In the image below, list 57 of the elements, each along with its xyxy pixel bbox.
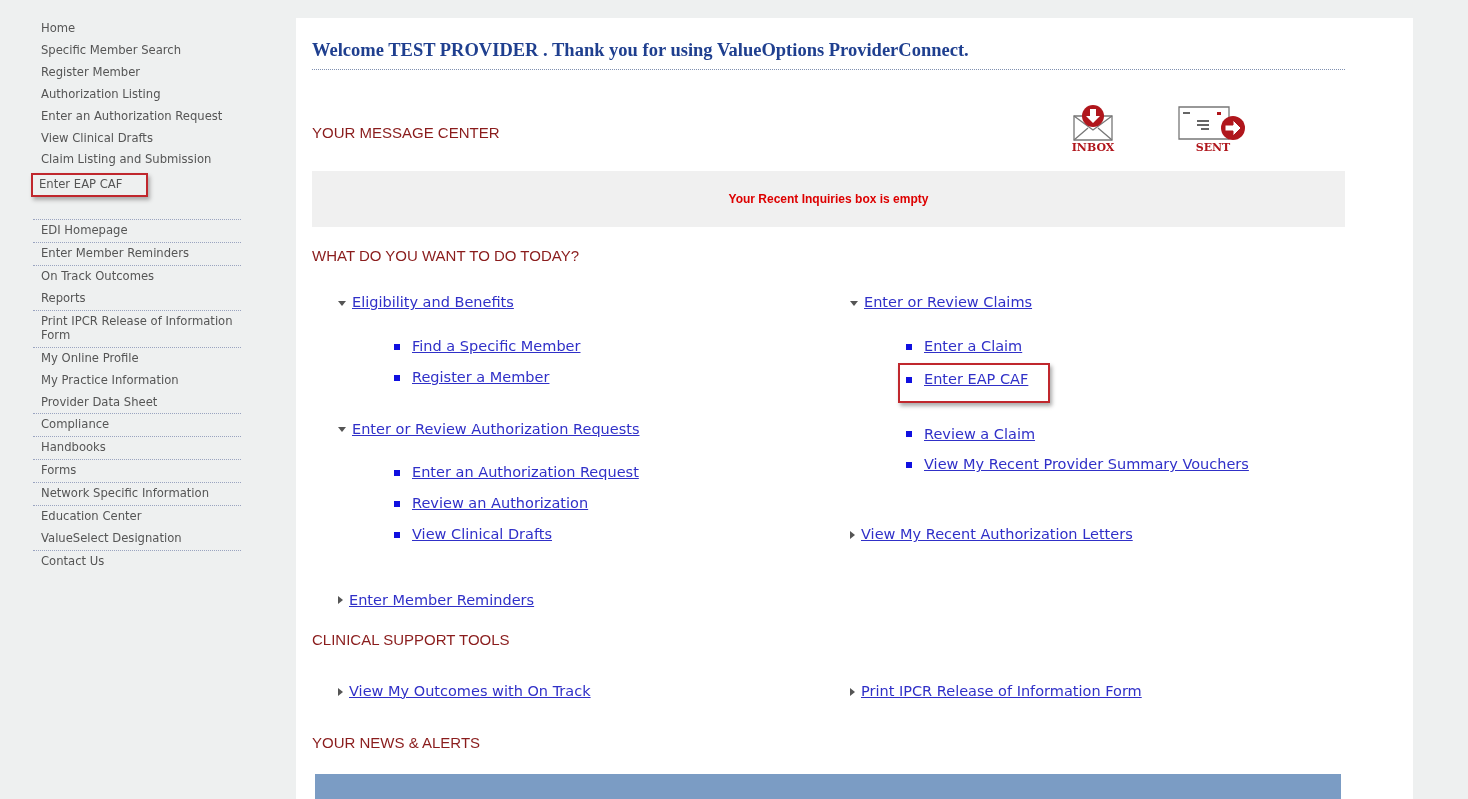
bullet-icon <box>394 470 400 477</box>
section-heading: YOUR MESSAGE CENTER <box>312 123 500 144</box>
sidebar-link[interactable]: Enter EAP CAF <box>31 173 149 198</box>
sidebar-link[interactable]: Print IPCR Release of Information Form <box>33 310 241 348</box>
sidebar-link[interactable]: Claim Listing and Submission <box>33 149 241 172</box>
sidebar-link[interactable]: Education Center <box>33 506 241 528</box>
section-heading: YOUR NEWS & ALERTS <box>312 732 482 753</box>
sidebar-link[interactable]: Enter an Authorization Request <box>33 105 241 128</box>
menu-link[interactable]: Enter or Review Claims <box>864 292 1033 314</box>
menu-link[interactable]: Enter or Review Authorization Requests <box>352 418 640 441</box>
bullet-icon <box>906 343 912 350</box>
sidebar-link[interactable]: Network Specific Information <box>33 483 241 507</box>
bullet-icon <box>394 374 400 381</box>
section-heading: CLINICAL SUPPORT TOOLS <box>312 630 511 651</box>
menu-link[interactable]: Enter EAP CAF <box>924 368 1029 391</box>
sidebar-link[interactable]: My Online Profile <box>33 347 241 370</box>
sidebar-link[interactable]: Authorization Listing <box>33 83 241 106</box>
sidebar-link[interactable]: Reports <box>33 287 241 311</box>
sidebar-link[interactable]: Forms <box>33 460 241 484</box>
sidebar-link[interactable]: On Track Outcomes <box>33 266 241 288</box>
sidebar-link[interactable]: ValueSelect Designation <box>33 527 241 551</box>
mail-button[interactable]: INBOX <box>1071 103 1115 153</box>
menu-link[interactable]: View Clinical Drafts <box>412 523 552 546</box>
sidebar-link[interactable]: Enter Member Reminders <box>33 243 241 267</box>
menu-link[interactable]: Print IPCR Release of Information Form <box>861 680 1142 703</box>
menu-link[interactable]: Eligibility and Benefits <box>352 292 514 314</box>
sidebar-link[interactable]: Home <box>33 18 241 40</box>
menu-link[interactable]: View My Recent Authorization Letters <box>861 524 1133 546</box>
sidebar-link[interactable]: My Practice Information <box>33 369 241 392</box>
bullet-icon <box>906 376 912 383</box>
bullet-icon <box>394 531 400 538</box>
menu-link[interactable]: Enter Member Reminders <box>349 589 535 612</box>
bullet-icon <box>394 343 400 350</box>
menu-link[interactable]: Find a Specific Member <box>412 336 581 358</box>
menu-link[interactable]: Enter an Authorization Request <box>412 462 639 484</box>
menu-link[interactable]: Register a Member <box>412 366 550 389</box>
menu-link[interactable]: Review a Claim <box>924 423 1036 446</box>
section-heading: WHAT DO YOU WANT TO DO TODAY? <box>312 245 580 266</box>
bullet-icon <box>394 500 400 507</box>
welcome-heading: Welcome TEST PROVIDER . Thank you for using ValueOptions ProviderConnect. <box>312 18 1345 70</box>
envelope-download-icon <box>1071 103 1115 142</box>
empty-message: Your Recent Inquiries box is empty <box>728 190 929 208</box>
bullet-icon <box>906 462 912 469</box>
sidebar-link[interactable]: EDI Homepage <box>33 220 241 244</box>
bullet-icon <box>906 431 912 438</box>
menu-link[interactable]: View My Recent Provider Summary Vouchers <box>924 454 1249 476</box>
menu-link[interactable]: Enter a Claim <box>924 336 1023 358</box>
sidebar-link[interactable]: Provider Data Sheet <box>33 391 241 415</box>
sidebar-link[interactable]: Contact Us <box>33 550 241 573</box>
sidebar-link[interactable]: Handbooks <box>33 437 241 461</box>
sidebar-link[interactable]: View Clinical Drafts <box>33 127 241 150</box>
mail-button[interactable]: SENT <box>1177 103 1249 153</box>
menu-link[interactable]: View My Outcomes with On Track <box>349 680 591 703</box>
sidebar-link[interactable]: Specific Member Search <box>33 39 241 62</box>
menu-link[interactable]: Review an Authorization <box>412 493 589 515</box>
sidebar-link[interactable]: Compliance <box>33 414 241 438</box>
sidebar-link[interactable]: Register Member <box>33 61 241 84</box>
